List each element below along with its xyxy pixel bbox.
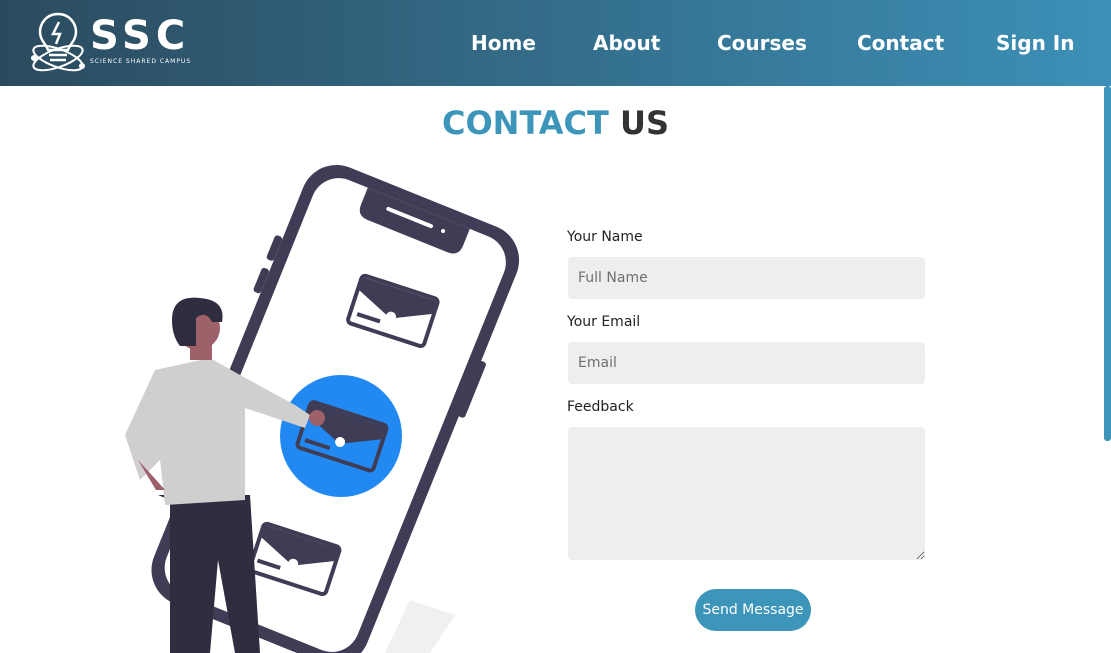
nav-link-about[interactable]: About: [593, 29, 660, 57]
brand-tagline: SCIENCE SHARED CAMPUS: [90, 58, 192, 65]
nav-link-contact[interactable]: Contact: [857, 29, 944, 57]
email-label: Your Email: [567, 314, 641, 330]
nav-link-sign-in[interactable]: Sign In: [996, 29, 1074, 57]
full-name-input[interactable]: [568, 257, 925, 299]
brand-name: SSC: [90, 13, 191, 59]
brand-logo[interactable]: SSC SCIENCE SHARED CAMPUS: [28, 8, 208, 78]
top-navbar: SSC SCIENCE SHARED CAMPUS Home About Cou…: [0, 0, 1111, 86]
feedback-textarea[interactable]: [568, 427, 925, 560]
lightbulb-atom-icon: [31, 12, 85, 72]
name-label: Your Name: [567, 229, 643, 245]
person-phone-mail-illustration: [110, 160, 550, 653]
send-message-button[interactable]: Send Message: [695, 589, 811, 631]
page-title-rest: US: [620, 104, 670, 142]
feedback-label: Feedback: [567, 399, 634, 415]
email-input[interactable]: [568, 342, 925, 384]
nav-link-courses[interactable]: Courses: [717, 29, 807, 57]
page-title: CONTACT US: [0, 103, 1111, 143]
nav-link-home[interactable]: Home: [471, 29, 536, 57]
page-title-accent: CONTACT: [441, 104, 609, 142]
